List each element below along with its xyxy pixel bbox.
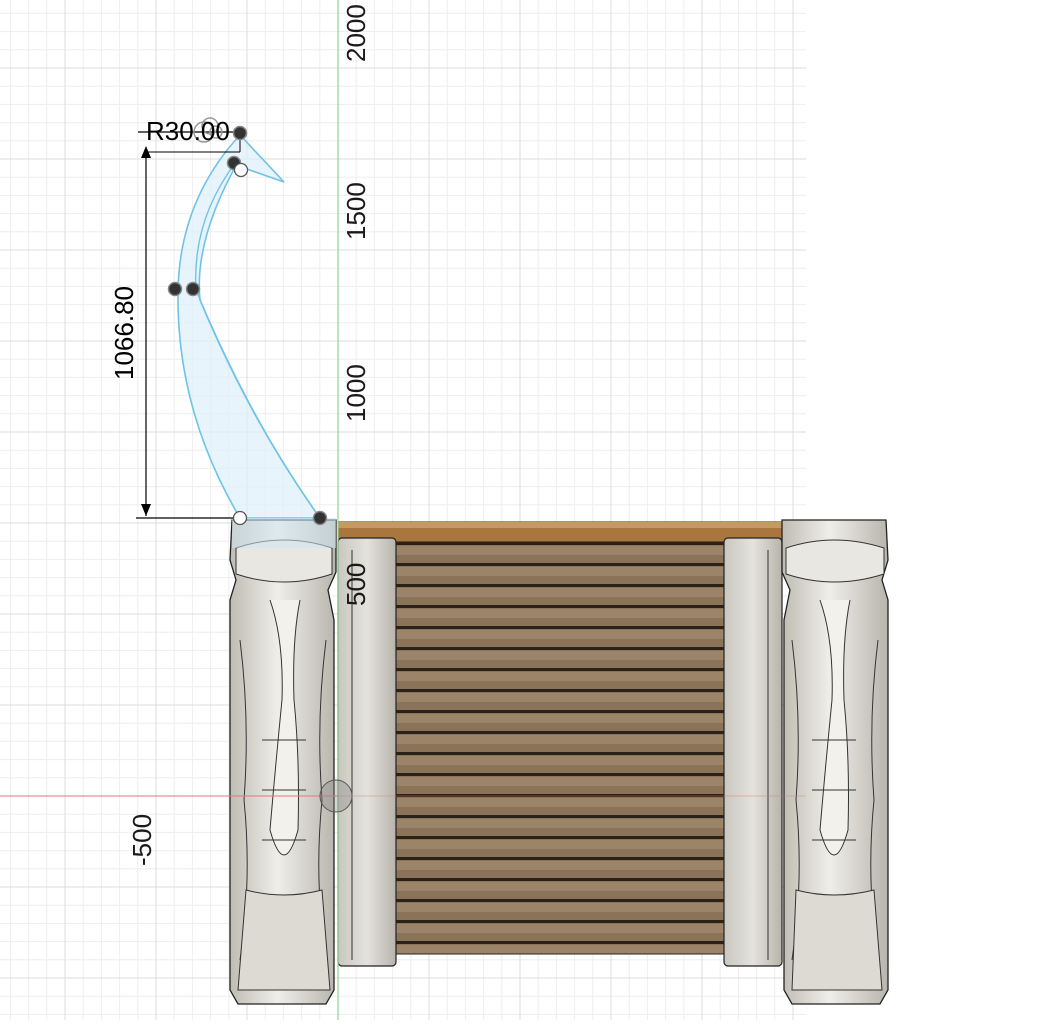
origin-marker[interactable]	[319, 779, 353, 813]
y-axis-label-500: 500	[341, 562, 371, 606]
right-stone-pillar[interactable]	[781, 519, 889, 1005]
point-mid-inner	[185, 281, 201, 297]
bench-top-highlight	[338, 522, 784, 528]
y-axis-label-1000: 1000	[341, 364, 371, 422]
point-base-right	[312, 510, 328, 526]
x-axis-label-neg500: -500	[127, 813, 157, 866]
right-inner-post[interactable]	[723, 537, 783, 967]
bench-model[interactable]	[229, 519, 889, 1005]
profile-shape[interactable]	[177, 133, 322, 519]
canvas-scene[interactable]	[0, 0, 1064, 1020]
point-mid-outer	[167, 281, 183, 297]
y-axis-label-1500: 1500	[341, 182, 371, 240]
dimension-radius-text[interactable]: R30.00	[146, 116, 230, 147]
design-viewport[interactable]: 2000 1500 1000 500 -500 1066.80 R30.00	[0, 0, 1064, 1020]
point-top-end	[232, 125, 248, 141]
point-top-open	[233, 162, 249, 178]
point-base-left	[232, 510, 248, 526]
y-axis-label-2000: 2000	[341, 4, 371, 62]
left-stone-pillar[interactable]	[229, 519, 337, 1005]
bench-slat-panel[interactable]	[395, 541, 725, 955]
dimension-vertical-text[interactable]: 1066.80	[109, 286, 140, 380]
